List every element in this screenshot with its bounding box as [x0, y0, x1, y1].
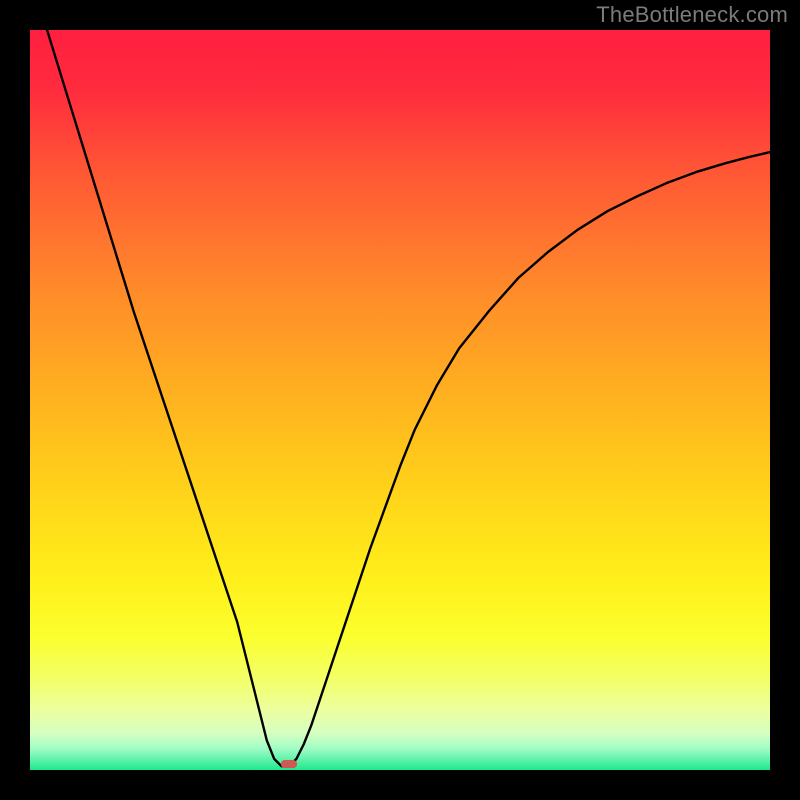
bottleneck-chart — [30, 30, 770, 770]
gradient-background — [30, 30, 770, 770]
optimal-marker — [281, 760, 297, 768]
chart-frame: TheBottleneck.com — [0, 0, 800, 800]
watermark-text: TheBottleneck.com — [596, 2, 788, 28]
